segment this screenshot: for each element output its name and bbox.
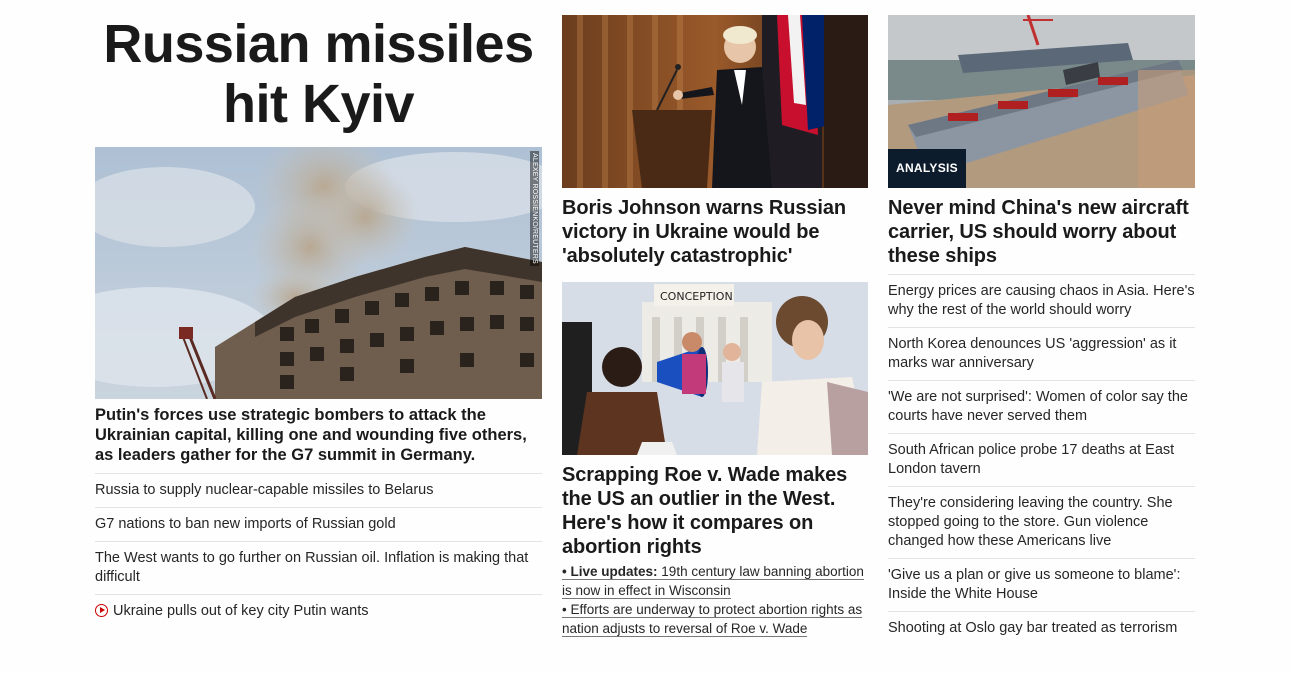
news-homepage: Russian missiles hit Kyiv ALEXEY ROSSIEN… [0,0,1290,673]
live-updates-label: Live updates: [570,564,658,579]
china-carrier-headline[interactable]: Never mind China's new aircraft carrier,… [888,196,1195,268]
story-link[interactable]: G7 nations to ban new imports of Russian… [95,516,396,532]
analysis-badge: ANALYSIS [888,149,966,188]
list-item[interactable]: Ukraine pulls out of key city Putin want… [95,594,542,628]
story-link[interactable]: Shooting at Oslo gay bar treated as terr… [888,620,1177,636]
roe-headline[interactable]: Scrapping Roe v. Wade makes the US an ou… [562,463,868,559]
protest-photo: CONCEPTION [562,282,868,455]
johnson-podium-photo [562,15,868,188]
live-update-item: • Live updates: 19th century law banning… [562,562,868,600]
story-link[interactable]: Energy prices are causing chaos in Asia.… [888,283,1195,318]
play-circle-icon [95,604,108,617]
lead-story-column: Russian missiles hit Kyiv ALEXEY ROSSIEN… [95,0,542,619]
list-item[interactable]: Energy prices are causing chaos in Asia.… [888,274,1195,327]
lead-headline[interactable]: Russian missiles hit Kyiv [95,14,542,136]
list-item[interactable]: South African police probe 17 deaths at … [888,433,1195,486]
boris-johnson-image[interactable] [562,15,868,188]
list-item[interactable]: 'Give us a plan or give us someone to bl… [888,558,1195,611]
related-stories: Russia to supply nuclear-capable missile… [95,473,542,628]
building-smoke-photo [95,147,542,399]
list-item[interactable]: They're considering leaving the country.… [888,486,1195,558]
roe-protest-image[interactable]: CONCEPTION [562,282,868,455]
hero-image-kyiv-strike[interactable]: ALEXEY ROSSIENKO/REUTERS [95,147,542,399]
johnson-headline[interactable]: Boris Johnson warns Russian victory in U… [562,196,868,268]
abortion-rights-link[interactable]: • Efforts are underway to protect aborti… [562,602,863,637]
story-link[interactable]: South African police probe 17 deaths at … [888,442,1174,477]
video-story-link[interactable]: Ukraine pulls out of key city Putin want… [113,603,368,619]
photo-credit: ALEXEY ROSSIENKO/REUTERS [530,151,539,266]
story-link[interactable]: North Korea denounces US 'aggression' as… [888,336,1176,371]
story-link[interactable]: 'Give us a plan or give us someone to bl… [888,567,1180,602]
related-link-item: • Efforts are underway to protect aborti… [562,600,868,638]
live-updates-links: • Live updates: 19th century law banning… [562,562,868,638]
hero-caption[interactable]: Putin's forces use strategic bombers to … [95,405,542,465]
story-link[interactable]: 'We are not surprised': Women of color s… [888,389,1188,424]
protest-sign-text: CONCEPTION [660,290,733,303]
list-item[interactable]: Russia to supply nuclear-capable missile… [95,473,542,507]
story-link[interactable]: Russia to supply nuclear-capable missile… [95,482,434,498]
story-link[interactable]: They're considering leaving the country.… [888,495,1173,549]
list-item[interactable]: North Korea denounces US 'aggression' as… [888,327,1195,380]
live-updates-link[interactable]: • Live updates: 19th century law banning… [562,564,864,599]
story-link[interactable]: The West wants to go further on Russian … [95,550,528,585]
list-item[interactable]: G7 nations to ban new imports of Russian… [95,507,542,541]
list-item[interactable]: 'We are not surprised': Women of color s… [888,380,1195,433]
more-stories: Energy prices are causing chaos in Asia.… [888,274,1195,645]
list-item[interactable]: The West wants to go further on Russian … [95,541,542,594]
list-item[interactable]: Shooting at Oslo gay bar treated as terr… [888,611,1195,645]
